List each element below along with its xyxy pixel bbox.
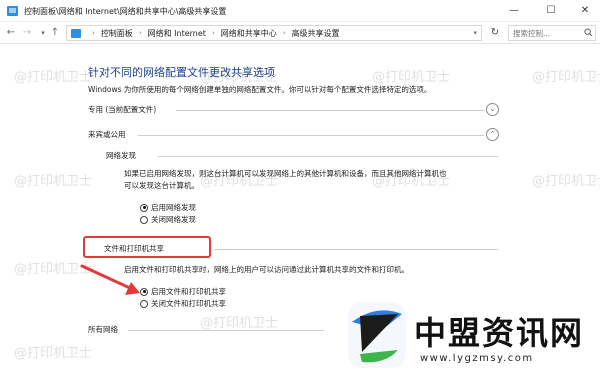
minimize-button[interactable]: —: [497, 0, 531, 22]
page-title: 针对不同的网络配置文件更改共享选项: [88, 66, 275, 79]
forward-arrow-icon[interactable]: →: [20, 26, 34, 40]
breadcrumb[interactable]: › 控制面板 › 网络和 Internet › 网络和共享中心 › 高级共享设置…: [66, 25, 482, 41]
breadcrumb-item-advanced-sharing[interactable]: 高级共享设置: [292, 28, 340, 39]
maximize-button[interactable]: ☐: [534, 0, 568, 22]
watermark-text: @打印机卫士: [532, 70, 600, 85]
chevron-right-icon: ›: [138, 29, 142, 37]
radio-enable-discovery[interactable]: 启用网络发现: [140, 202, 196, 213]
section-guest-header[interactable]: 来宾或公用: [88, 129, 126, 140]
radio-label: 关闭文件和打印机共享: [151, 299, 226, 308]
section-divider: [138, 135, 484, 136]
chevron-down-icon[interactable]: ⌄: [486, 103, 499, 116]
breadcrumb-item-network-internet[interactable]: 网络和 Internet: [148, 28, 206, 39]
watermark-text: @打印机卫士: [14, 70, 93, 85]
network-discovery-description-line1: 如果已启用网络发现，则这台计算机可以发现网络上的其他计算机和设备，而且其他网络计…: [124, 169, 447, 178]
site-logo: 中盟资讯网 www.lygzmsy.com: [340, 296, 600, 375]
logo-url: www.lygzmsy.com: [420, 353, 534, 364]
radio-disable-file-sharing[interactable]: 关闭文件和打印机共享: [140, 298, 226, 309]
radio-label: 启用网络发现: [151, 203, 196, 212]
control-panel-icon: [71, 28, 81, 38]
watermark-text: @打印机卫士: [14, 174, 93, 189]
control-panel-icon: [7, 6, 18, 16]
section-all-networks-header[interactable]: 所有网络: [88, 324, 118, 335]
search-input[interactable]: [508, 25, 596, 41]
back-arrow-icon[interactable]: ←: [4, 26, 18, 40]
title-bar: 控制面板\网络和 Internet\网络和共享中心\高级共享设置 — ☐ ✕: [0, 0, 600, 22]
section-divider: [214, 249, 498, 250]
chevron-up-icon[interactable]: ⌃: [486, 128, 499, 141]
radio-enable-file-sharing[interactable]: 启用文件和打印机共享: [140, 286, 226, 297]
radio-button[interactable]: [140, 299, 148, 308]
watermark-text: @打印机卫士: [200, 316, 279, 331]
network-discovery-description-line2: 可以发现这台计算机。: [124, 181, 199, 190]
logo-z-icon: [348, 302, 406, 368]
section-private-header[interactable]: 专用 (当前配置文件): [88, 104, 156, 115]
watermark-text: @打印机卫士: [14, 346, 93, 361]
chevron-right-icon: ›: [211, 29, 215, 37]
refresh-icon[interactable]: ↻: [486, 26, 504, 40]
section-divider: [128, 330, 324, 331]
radio-label: 启用文件和打印机共享: [151, 287, 226, 296]
address-dropdown-chevron-icon[interactable]: ▾: [473, 29, 477, 37]
radio-button-selected[interactable]: [140, 203, 148, 212]
file-printer-sharing-description: 启用文件和打印机共享时，网络上的用户可以访问通过此计算机共享的文件和打印机。: [124, 265, 409, 274]
watermark-text: @打印机卫士: [372, 70, 451, 85]
section-divider: [158, 156, 498, 157]
radio-disable-discovery[interactable]: 关闭网络发现: [140, 214, 196, 225]
file-printer-sharing-title: 文件和打印机共享: [104, 244, 164, 253]
radio-label: 关闭网络发现: [151, 215, 196, 224]
window-title: 控制面板\网络和 Internet\网络和共享中心\高级共享设置: [24, 7, 227, 16]
search-icon: [584, 28, 593, 37]
section-divider: [176, 110, 484, 111]
breadcrumb-item-control-panel[interactable]: 控制面板: [101, 28, 133, 39]
page-description: Windows 为你所使用的每个网络创建单独的网络配置文件。你可以针对每个配置文…: [88, 85, 432, 94]
logo-title: 中盟资讯网: [414, 314, 585, 352]
radio-button[interactable]: [140, 215, 148, 224]
chevron-right-icon: ›: [282, 29, 286, 37]
network-discovery-title: 网络发现: [106, 151, 136, 160]
close-button[interactable]: ✕: [568, 0, 600, 22]
breadcrumb-item-network-sharing-center[interactable]: 网络和共享中心: [221, 28, 277, 39]
pointer-arrow-icon: [80, 264, 140, 295]
watermark-text: @打印机卫士: [532, 174, 600, 189]
address-bar: ← → ▾ ↑ › 控制面板 › 网络和 Internet › 网络和共享中心 …: [0, 22, 600, 44]
up-arrow-icon[interactable]: ↑: [48, 26, 62, 40]
chevron-right-icon: ›: [92, 29, 95, 37]
